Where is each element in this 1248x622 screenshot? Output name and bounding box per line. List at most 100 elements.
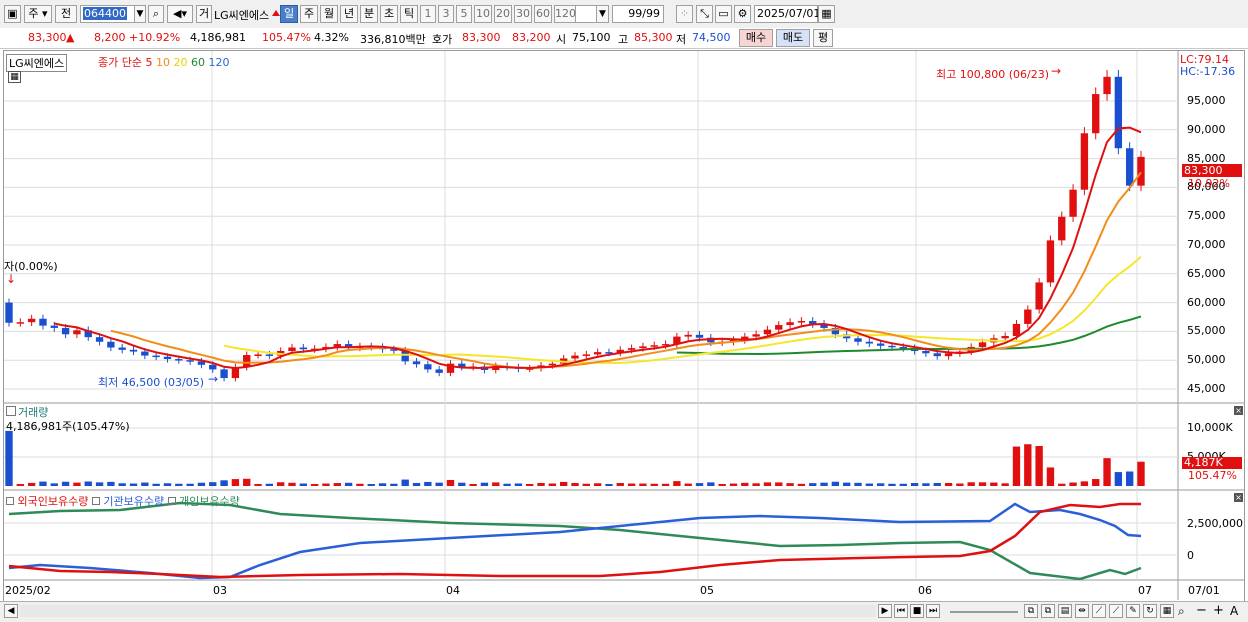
volume-bar [820, 482, 828, 486]
scroll-left-icon[interactable]: ◀ [4, 604, 18, 618]
zoom-slider[interactable] [950, 611, 1018, 613]
volume-bar [990, 482, 998, 486]
rewind-icon[interactable]: ⏮ [894, 604, 908, 618]
volume-bar [933, 483, 941, 486]
close-panel-icon[interactable]: × [1234, 406, 1243, 415]
volume-bar [277, 482, 285, 486]
candle-body [243, 355, 251, 368]
legend-checkbox[interactable] [6, 497, 14, 505]
candle-body [163, 356, 172, 360]
candle-body [27, 318, 36, 323]
font-size-icon[interactable]: A [1230, 604, 1238, 618]
zoom-icon[interactable]: ⌕ [1178, 604, 1185, 619]
volume-bar [220, 480, 228, 486]
x-label-current: 07/01 [1188, 584, 1220, 597]
moving-averages [54, 126, 1142, 370]
volume-bar [650, 483, 658, 486]
volume-bar [231, 479, 240, 486]
volume-bar [526, 483, 534, 486]
hc-value: HC:-17.36 [1180, 65, 1236, 78]
volume-bar [299, 483, 307, 486]
close-panel-icon[interactable]: × [1234, 493, 1243, 502]
zoom-out-icon[interactable]: − [1196, 603, 1207, 618]
candle-body [639, 346, 647, 349]
volume-bar [1114, 472, 1123, 486]
legend-individual: 개인보유수량 [179, 495, 240, 508]
volume-bar [1092, 479, 1100, 486]
calculator-icon[interactable]: ▦ [8, 71, 21, 83]
volume-bar [458, 482, 466, 486]
holding-tick: 2,500,000 [1187, 517, 1243, 530]
zoom-in-icon[interactable]: + [1213, 603, 1224, 618]
volume-bar [718, 484, 726, 486]
volume-bar [639, 483, 647, 486]
candle-body [775, 325, 783, 330]
ma20-label: 20 [173, 56, 188, 69]
candle-body [435, 369, 443, 373]
candle-body [254, 354, 262, 356]
volume-bar [582, 483, 590, 486]
candle-body [1126, 148, 1134, 186]
candle-body [876, 343, 885, 346]
volume-bar [322, 483, 330, 486]
price-tick: 55,000 [1187, 324, 1226, 338]
holding-tick: 0 [1187, 549, 1194, 562]
price-panel-title[interactable]: LG씨엔에스 [6, 54, 68, 72]
candle-body [797, 321, 806, 323]
layout-icon[interactable]: ▤ [1058, 604, 1072, 618]
volume-bar [243, 478, 251, 486]
volume-bar [1069, 482, 1077, 486]
volume-bar [288, 482, 296, 486]
candle-body [1092, 94, 1100, 134]
ma10-line [110, 171, 1142, 370]
candle-body [299, 347, 307, 350]
candle-body [752, 334, 760, 337]
legend-checkbox[interactable] [167, 497, 176, 505]
volume-bar [888, 483, 896, 486]
candle-body [61, 327, 70, 335]
ma-legend: 종가 단순 5 10 20 60 120 [98, 54, 229, 70]
volume-bar [854, 482, 862, 486]
refresh-icon[interactable]: ↻ [1143, 604, 1157, 618]
x-label: 05 [700, 584, 714, 597]
volume-bar [401, 479, 409, 486]
stock-name-label: LG씨엔에스 [9, 57, 65, 70]
window-icon[interactable]: ⧉ [1041, 604, 1055, 618]
scroll-track[interactable] [20, 605, 876, 617]
candle-body [107, 341, 115, 348]
volume-bar [978, 482, 987, 486]
volume-bar [344, 482, 353, 486]
volume-bar [435, 482, 443, 486]
price-tick: 65,000 [1187, 266, 1226, 280]
chart-type-icon[interactable]: ▦ [1160, 604, 1174, 618]
forward-icon[interactable]: ⏭ [926, 604, 940, 618]
edit-icon[interactable]: ✎ [1126, 604, 1140, 618]
panel-checkbox[interactable] [6, 406, 16, 416]
scroll-right-icon[interactable]: ▶ [878, 604, 892, 618]
legend-institution: 기관보유수량 [103, 495, 165, 508]
volume-bar [356, 483, 364, 486]
high-annotation: 최고 100,800 (06/23) [936, 68, 1050, 81]
volume-bar [899, 483, 907, 486]
chart-canvas[interactable] [0, 0, 1248, 621]
price-tick: 90,000 [1187, 122, 1226, 136]
volume-bar [378, 483, 387, 486]
volume-bar [254, 484, 262, 486]
volume-bar [695, 483, 704, 486]
volume-bar [469, 483, 477, 486]
volume-bar [480, 482, 489, 486]
volume-bar [129, 483, 138, 486]
stop-icon[interactable]: ■ [910, 604, 924, 618]
price-tick: 70,000 [1187, 238, 1226, 251]
copy-icon[interactable]: ⧉ [1024, 604, 1038, 618]
trend-icon[interactable]: ⟋ [1092, 604, 1106, 618]
volume-bar [1012, 446, 1021, 486]
legend-checkbox[interactable] [91, 497, 100, 505]
line-icon[interactable]: ⟋ [1109, 604, 1123, 618]
volume-bar [797, 483, 806, 486]
candle-body [412, 361, 421, 365]
volume-bar [16, 484, 24, 486]
measure-icon[interactable]: ⇹ [1075, 604, 1089, 618]
candle-body [1069, 189, 1077, 217]
candle-body [5, 302, 13, 323]
